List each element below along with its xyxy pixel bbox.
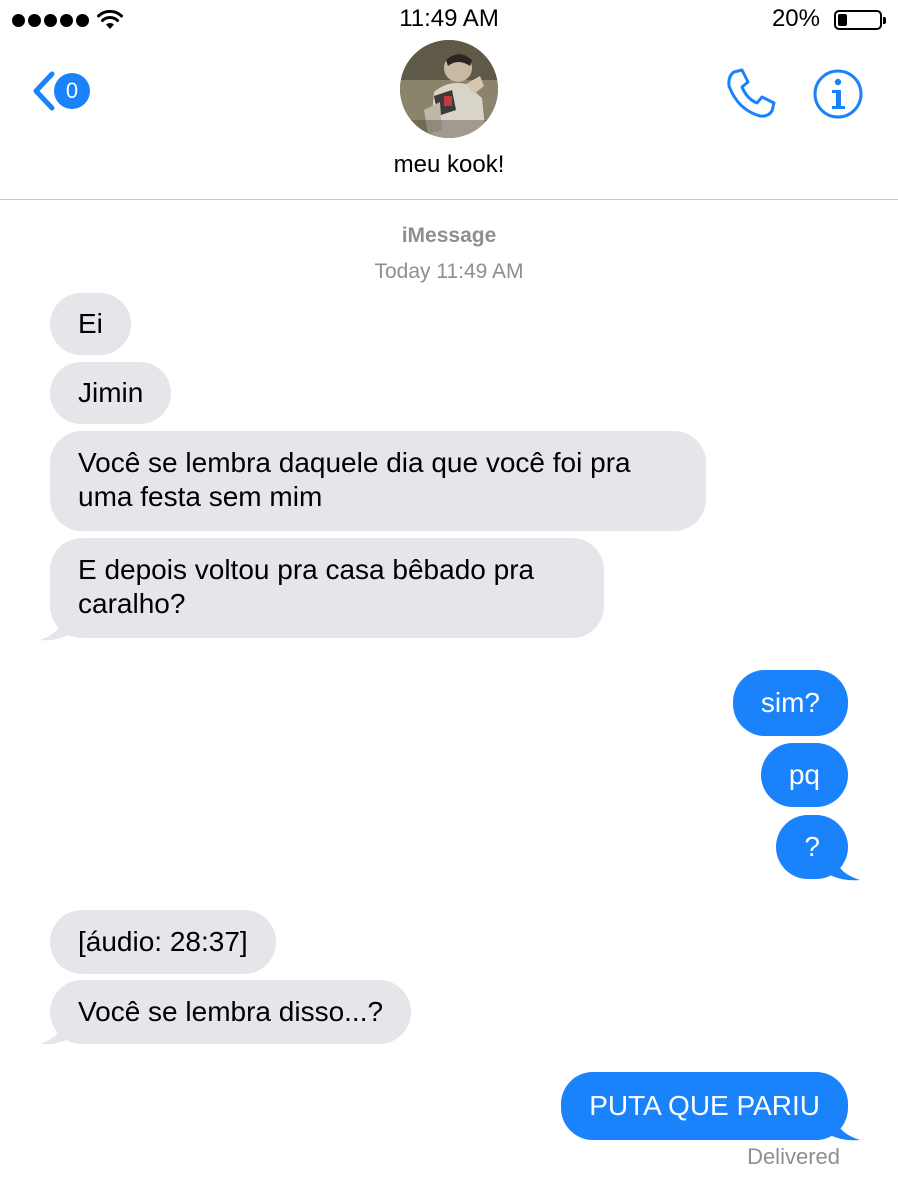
avatar-photo: [400, 40, 498, 138]
outgoing-message-bubble[interactable]: pq: [760, 743, 848, 807]
bubble-tail: [822, 1110, 860, 1141]
conversation-timestamp: Today 11:49 AM: [374, 260, 524, 283]
conversation-header: 0 meu kook!: [0, 40, 898, 200]
contact-name[interactable]: meu kook!: [0, 151, 898, 179]
outgoing-message-bubble[interactable]: sim?: [732, 670, 848, 736]
bubble-tail: [40, 610, 76, 641]
incoming-message-bubble[interactable]: Você se lembra disso...?: [50, 980, 412, 1044]
incoming-message-bubble[interactable]: E depois voltou pra casa bêbado pra cara…: [50, 538, 604, 638]
status-bar: 11:49 AM 20%: [0, 0, 898, 40]
contact-avatar[interactable]: [400, 40, 498, 138]
incoming-message-bubble[interactable]: Você se lembra daquele dia que você foi …: [50, 431, 706, 531]
phone-icon[interactable]: [724, 66, 778, 120]
messages-screen: 11:49 AM 20% 0 meu kook! iMessage Today …: [0, 0, 898, 1200]
bubble-tail: [822, 850, 860, 881]
battery-percent: 20%: [771, 5, 820, 32]
battery-icon: [834, 10, 886, 30]
back-button[interactable]: 0: [30, 70, 90, 112]
delivery-status: Delivered: [747, 1144, 840, 1169]
bubble-tail: [40, 1014, 76, 1045]
info-icon[interactable]: [812, 68, 864, 120]
incoming-message-bubble[interactable]: Jimin: [50, 362, 172, 424]
status-time: 11:49 AM: [399, 5, 499, 32]
incoming-message-bubble[interactable]: Ei: [50, 293, 131, 355]
unread-count-badge: 0: [54, 73, 90, 109]
incoming-message-bubble[interactable]: [áudio: 28:37]: [50, 910, 276, 974]
outgoing-message-bubble[interactable]: PUTA QUE PARIU: [561, 1072, 848, 1140]
service-label: iMessage: [401, 224, 497, 247]
